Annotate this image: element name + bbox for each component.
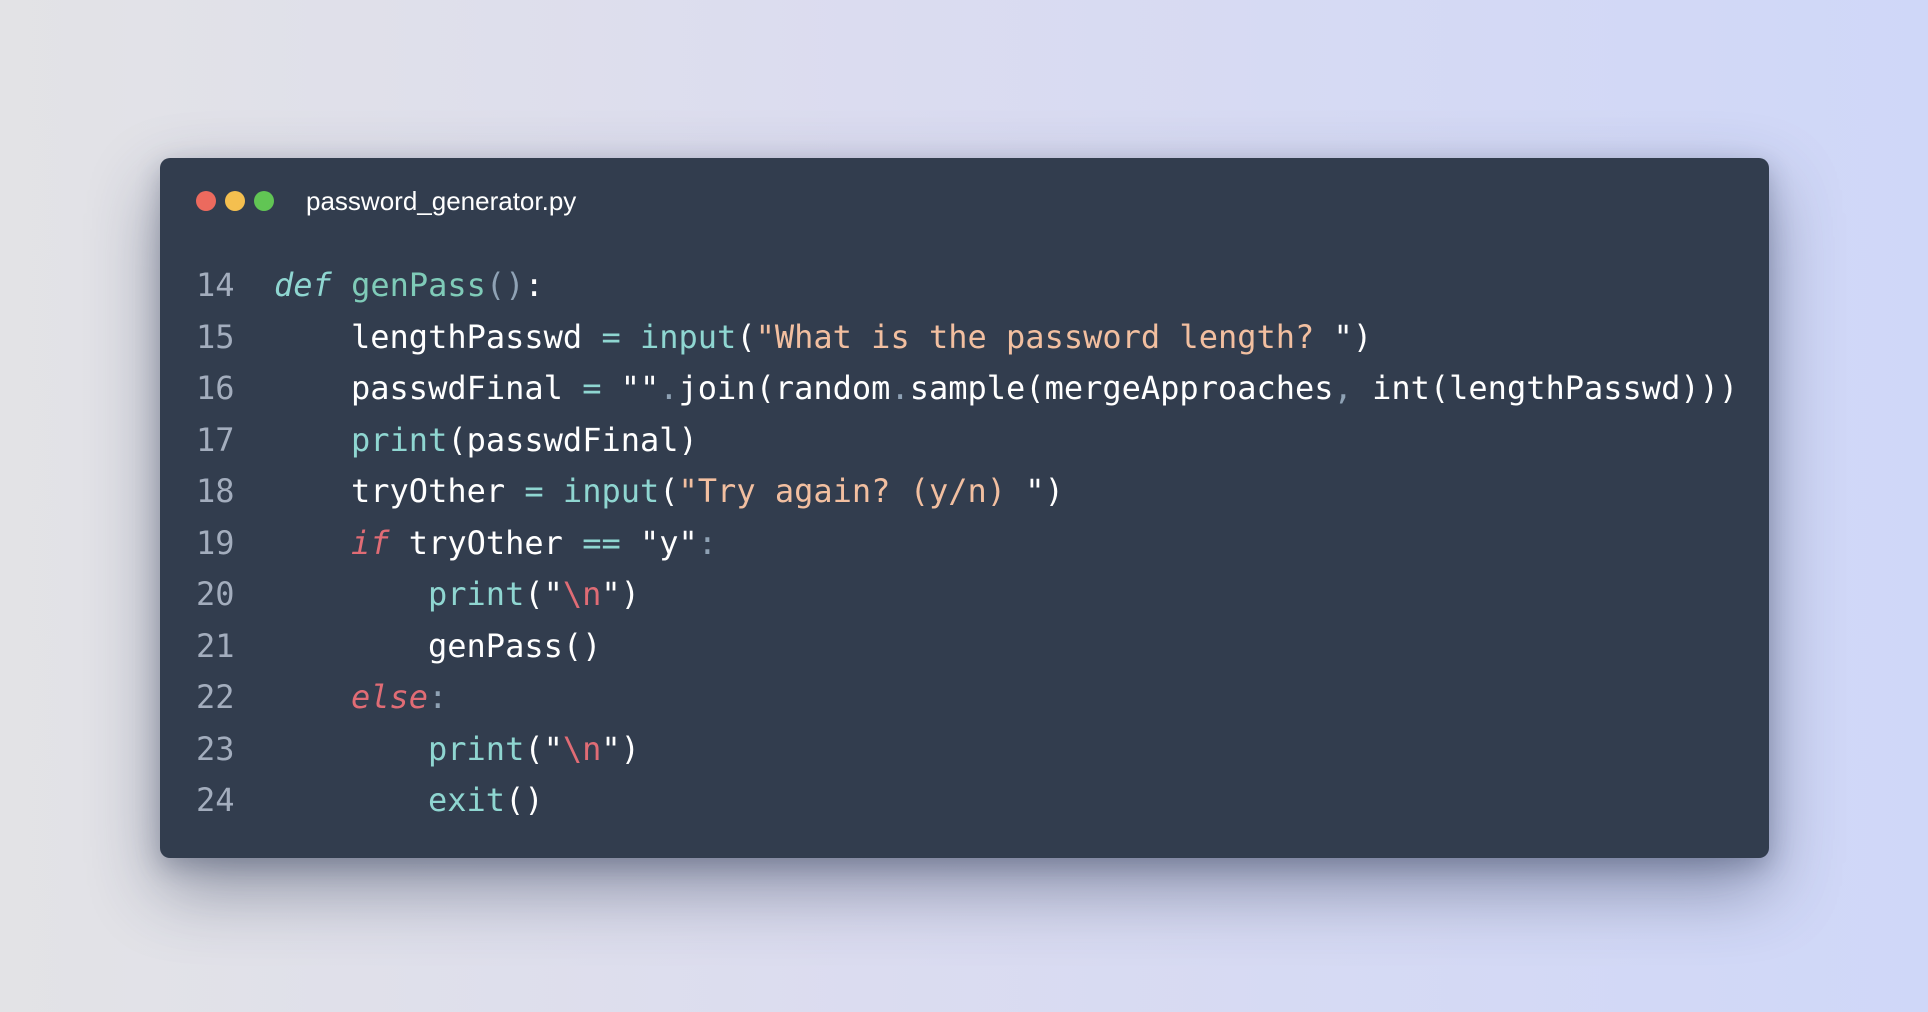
code-token: ( — [736, 317, 756, 356]
code-token: genPass — [351, 266, 486, 304]
code-text: print(passwdFinal) — [351, 415, 698, 467]
code-text: if tryOther == "y": — [351, 518, 717, 570]
code-token: , — [1333, 369, 1353, 407]
code-token: (" — [524, 575, 563, 613]
code-token: \n — [562, 575, 602, 613]
line-number: 16 — [196, 369, 235, 407]
code-text: lengthPasswd = input("What is the passwo… — [351, 312, 1372, 364]
code-token: join(random — [678, 369, 891, 407]
window-filename: password_generator.py — [306, 186, 577, 216]
code-text: tryOther = input("Try again? (y/n) ") — [351, 466, 1064, 518]
code-token: print — [351, 420, 448, 459]
code-token: "What is the password length? — [755, 317, 1334, 356]
code-text: passwdFinal = "".join(random.sample(merg… — [351, 363, 1738, 415]
code-token: . — [890, 369, 910, 407]
maximize-window-button[interactable] — [254, 191, 274, 211]
code-token: = — [524, 472, 544, 510]
code-token: "" — [620, 369, 660, 407]
code-token: else — [351, 678, 429, 716]
code-token: (" — [524, 729, 563, 768]
code-token: () — [505, 781, 544, 819]
code-token: = — [582, 369, 602, 407]
line-number: 14 — [196, 266, 235, 304]
line-number: 20 — [196, 575, 235, 613]
code-token: lengthPasswd — [351, 317, 583, 356]
code-token: input — [562, 472, 660, 510]
code-token: : — [697, 523, 718, 562]
line-number: 21 — [196, 626, 235, 665]
code-window: password_generator.py 14 def genPass(): 15… — [160, 158, 1769, 858]
code-token: sample(mergeApproaches — [909, 369, 1334, 407]
code-token: ") — [1025, 472, 1064, 510]
minimize-window-button[interactable] — [225, 191, 245, 211]
code-token: int(lengthPasswd))) — [1352, 369, 1739, 407]
line-number: 17 — [196, 420, 235, 459]
code-token: genPass() — [428, 626, 602, 665]
close-window-button[interactable] — [196, 191, 216, 211]
code-token: ") — [601, 575, 640, 613]
code-token: print — [428, 729, 525, 768]
code-token: \n — [562, 729, 602, 768]
code-text: print("\n") — [428, 724, 640, 776]
code-token: ( — [659, 472, 679, 510]
line-number: 22 — [196, 678, 235, 716]
code-token: ") — [601, 729, 640, 768]
line-number: 23 — [196, 729, 235, 768]
code-text: exit() — [428, 775, 544, 827]
code-token: "y" — [639, 523, 698, 562]
code-token: tryOther — [351, 472, 506, 510]
code-token: : — [524, 266, 544, 304]
code-token: if — [351, 523, 390, 562]
line-number: 19 — [196, 523, 235, 562]
code-token: input — [639, 317, 737, 356]
code-token: ") — [1333, 317, 1373, 356]
window-titlebar: password_generator.py — [160, 158, 1769, 242]
code-token: = — [601, 317, 621, 356]
code-token: "Try again? (y/n) — [678, 472, 1026, 510]
code-token: exit — [428, 781, 506, 819]
code-token: tryOther — [389, 523, 583, 562]
code-token: == — [582, 523, 621, 562]
code-text: print("\n") — [428, 569, 640, 621]
line-number: 24 — [196, 781, 235, 819]
code-text: genPass() — [428, 621, 601, 673]
code-token: passwdFinal — [351, 369, 563, 407]
code-text: def genPass(): — [274, 260, 544, 312]
code-token: . — [659, 369, 679, 407]
code-token: print — [428, 575, 525, 613]
line-number: 18 — [196, 472, 235, 510]
line-number: 15 — [196, 317, 235, 356]
code-token: () — [485, 266, 525, 304]
code-token: def — [274, 266, 332, 304]
code-token: : — [428, 678, 448, 716]
code-text: else: — [351, 672, 447, 724]
code-token: (passwdFinal) — [447, 420, 698, 459]
